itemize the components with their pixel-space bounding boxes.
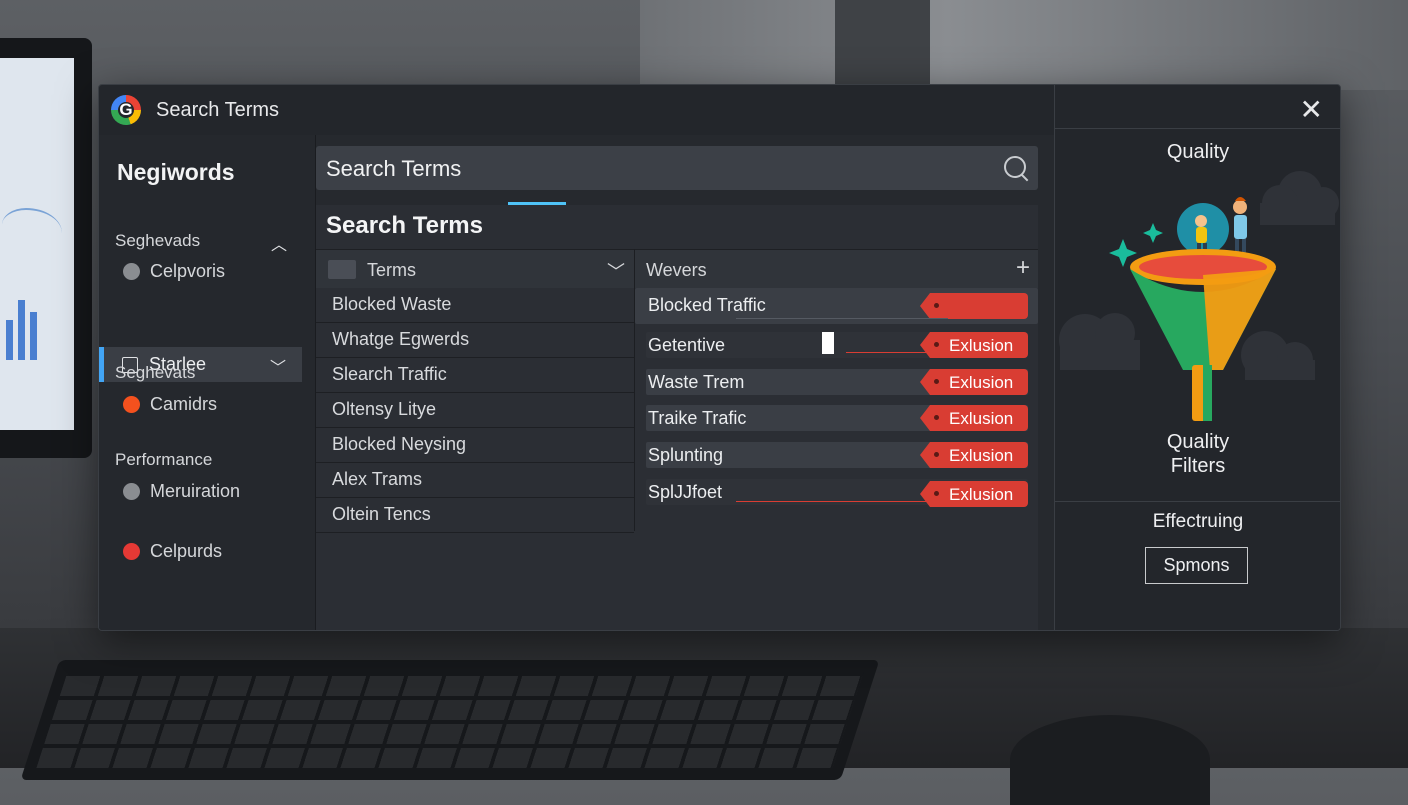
select-all-checkbox[interactable] xyxy=(328,260,356,279)
background-mouse xyxy=(1010,715,1210,805)
exclusion-tag[interactable]: Exlusion xyxy=(920,369,1028,395)
chevron-down-icon[interactable]: ﹀ xyxy=(607,258,625,284)
panel-title: Search Terms xyxy=(326,212,483,239)
search-terms-panel: Search Terms Terms ﹀ Wevers + Blocked Wa… xyxy=(316,205,1038,630)
waiver-row[interactable]: Getentive Exlusion xyxy=(646,332,1028,358)
term-text: Whatge Egwerds xyxy=(332,329,470,349)
quality-panel: ✕ Quality Quality Filters Effectruing Sp… xyxy=(1054,85,1340,630)
sidebar-item[interactable]: Camidrs xyxy=(123,394,217,415)
waiver-text: Getentive xyxy=(648,335,726,355)
connector-line xyxy=(736,501,928,502)
background-bar xyxy=(6,320,13,360)
term-text: Slearch Traffic xyxy=(332,364,447,384)
waiver-text: Splunting xyxy=(648,445,724,465)
cursor-marker xyxy=(822,332,834,354)
title-bar: G Search Terms xyxy=(99,85,1054,135)
sidebar-item[interactable]: Celpurds xyxy=(123,541,222,562)
add-icon[interactable]: + xyxy=(1016,254,1030,282)
window-title: Search Terms xyxy=(156,99,280,121)
term-text: Blocked Neysing xyxy=(332,434,467,454)
sidebar-section-heading[interactable]: Performance xyxy=(115,450,212,470)
background-bar xyxy=(30,312,37,360)
column-header-waivers[interactable]: Wevers xyxy=(646,260,707,281)
waiver-row[interactable]: Traike Trafic Exlusion xyxy=(646,405,1028,431)
effect-heading: Effectruing xyxy=(1152,511,1244,532)
status-dot-icon xyxy=(123,263,140,280)
quality-heading: Quality xyxy=(1166,141,1230,163)
sidebar-section-heading[interactable]: Seghevats xyxy=(115,363,195,383)
sidebar-item[interactable]: Celpvoris xyxy=(123,261,225,282)
caption-line: Filters xyxy=(1170,455,1226,477)
chevron-down-icon: ﹀ xyxy=(269,360,286,377)
funnel-illustration xyxy=(1059,171,1339,421)
sidebar-title: Negiwords xyxy=(117,159,235,185)
divider-line xyxy=(736,318,948,319)
background-chart-line xyxy=(2,208,62,250)
search-terms-window: G Search Terms Negiwords Seghevads ︿ Cel… xyxy=(98,84,1341,631)
sidebar-item[interactable]: Meruiration xyxy=(123,481,240,502)
term-text: Blocked Waste xyxy=(332,294,452,314)
caption-line: Quality xyxy=(1166,431,1230,453)
person-icon xyxy=(1233,197,1247,259)
exclusion-tag[interactable] xyxy=(920,293,1028,319)
connector-line xyxy=(846,352,930,353)
sidebar: Negiwords Seghevads ︿ Celpvoris Starlee … xyxy=(99,135,315,630)
term-text: Oltensy Litye xyxy=(332,399,437,419)
waiver-text: Traike Trafic xyxy=(648,408,747,428)
exclusion-tag[interactable]: Exlusion xyxy=(920,442,1028,468)
status-dot-icon xyxy=(123,396,140,413)
waiver-text: Blocked Traffic xyxy=(648,295,766,315)
table-row[interactable]: Oltein Tencs xyxy=(316,498,634,533)
waiver-text: Waste Trem xyxy=(648,372,745,392)
table-header: Terms ﹀ Wevers + xyxy=(316,249,1038,288)
exclusion-tag[interactable]: Exlusion xyxy=(920,405,1028,431)
sidebar-item-label: Celpvoris xyxy=(150,261,226,281)
sidebar-item-label: Celpurds xyxy=(150,541,223,561)
column-header-terms[interactable]: Terms xyxy=(367,260,416,281)
main-content: Search Terms Search Terms Terms ﹀ Wevers… xyxy=(315,135,1055,630)
sidebar-section-heading[interactable]: Seghevads xyxy=(115,231,200,251)
quality-filters-caption: Quality Filters xyxy=(1055,430,1340,478)
options-button[interactable]: Spmons xyxy=(1145,547,1248,584)
background-post xyxy=(835,0,930,85)
status-dot-icon xyxy=(123,543,140,560)
divider xyxy=(1055,501,1340,502)
sidebar-item-label: Meruiration xyxy=(150,481,241,501)
background-monitor-screen xyxy=(0,58,74,430)
table-row[interactable]: Blocked Waste xyxy=(316,288,634,323)
sidebar-item-label: Camidrs xyxy=(150,394,218,414)
keyboard-keys xyxy=(36,672,864,768)
term-text: Oltein Tencs xyxy=(332,504,431,524)
waiver-text: SplJJfoet xyxy=(648,482,723,502)
status-dot-icon xyxy=(123,483,140,500)
table-row[interactable]: Blocked Neysing xyxy=(316,428,634,463)
term-text: Alex Trams xyxy=(332,469,423,489)
exclusion-tag[interactable]: Exlusion xyxy=(920,332,1028,358)
waiver-row[interactable]: Splunting Exlusion xyxy=(646,442,1028,468)
google-logo-icon: G xyxy=(111,95,141,125)
table-row[interactable]: Alex Trams xyxy=(316,463,634,498)
search-icon[interactable] xyxy=(1004,156,1026,178)
exclusion-tag[interactable]: Exlusion xyxy=(920,481,1028,507)
table-row[interactable]: Whatge Egwerds xyxy=(316,323,634,358)
waiver-row[interactable]: Waste Trem Exlusion xyxy=(646,369,1028,395)
background-keyboard xyxy=(20,660,880,780)
table-row[interactable]: Oltensy Litye xyxy=(316,393,634,428)
chevron-up-icon[interactable]: ︿ xyxy=(271,231,287,255)
search-input-value: Search Terms xyxy=(326,156,462,181)
table-row[interactable]: Slearch Traffic xyxy=(316,358,634,393)
close-icon[interactable]: ✕ xyxy=(1300,93,1323,126)
background-wall xyxy=(640,0,1408,90)
right-panel-header: ✕ xyxy=(1055,85,1340,129)
search-input[interactable]: Search Terms xyxy=(316,146,1038,190)
background-bar xyxy=(18,300,25,360)
